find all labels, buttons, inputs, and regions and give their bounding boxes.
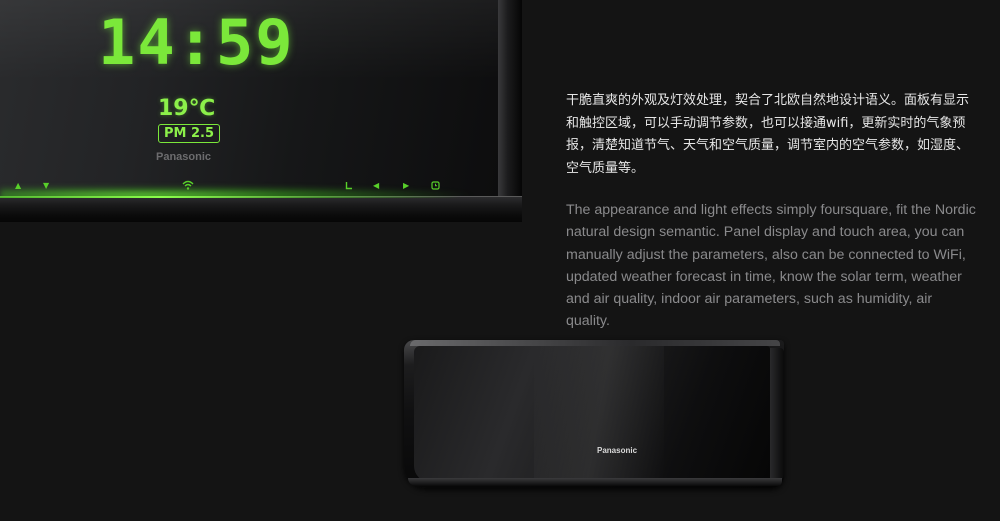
timer-icon [431, 181, 440, 192]
temperature-display: 19℃ [158, 96, 216, 121]
mode-l-icon [345, 181, 353, 192]
down-arrow-icon: ▼ [43, 181, 50, 190]
air-conditioner-unit-image: Panasonic [404, 340, 784, 490]
description-chinese: 干脆直爽的外观及灯效处理，契合了北欧自然地设计语义。面板有显示和触控区域，可以手… [566, 93, 970, 176]
up-arrow-icon: ▲ [15, 181, 22, 190]
unit-front-panel [414, 346, 770, 482]
right-arrow-icon: ▶ [403, 181, 410, 190]
clock-display: 14:59 [98, 6, 295, 79]
panel-bottom-lip [0, 196, 522, 222]
left-arrow-icon: ◀ [373, 181, 380, 190]
pm25-badge: PM 2.5 [158, 124, 221, 143]
wifi-icon [182, 180, 194, 192]
panel-brand-logo: Panasonic [156, 151, 212, 163]
unit-brand-logo: Panasonic [597, 446, 638, 455]
panel-closeup-image: 14:59 19℃ PM 2.5 Panasonic ▲ ▼ ◀ ▶ [0, 0, 522, 222]
panel-right-edge [498, 0, 522, 222]
unit-right-side [770, 348, 784, 482]
green-light-strip [0, 196, 460, 198]
description-english: The appearance and light effects simply … [566, 202, 976, 330]
unit-bottom-rim [408, 478, 782, 486]
